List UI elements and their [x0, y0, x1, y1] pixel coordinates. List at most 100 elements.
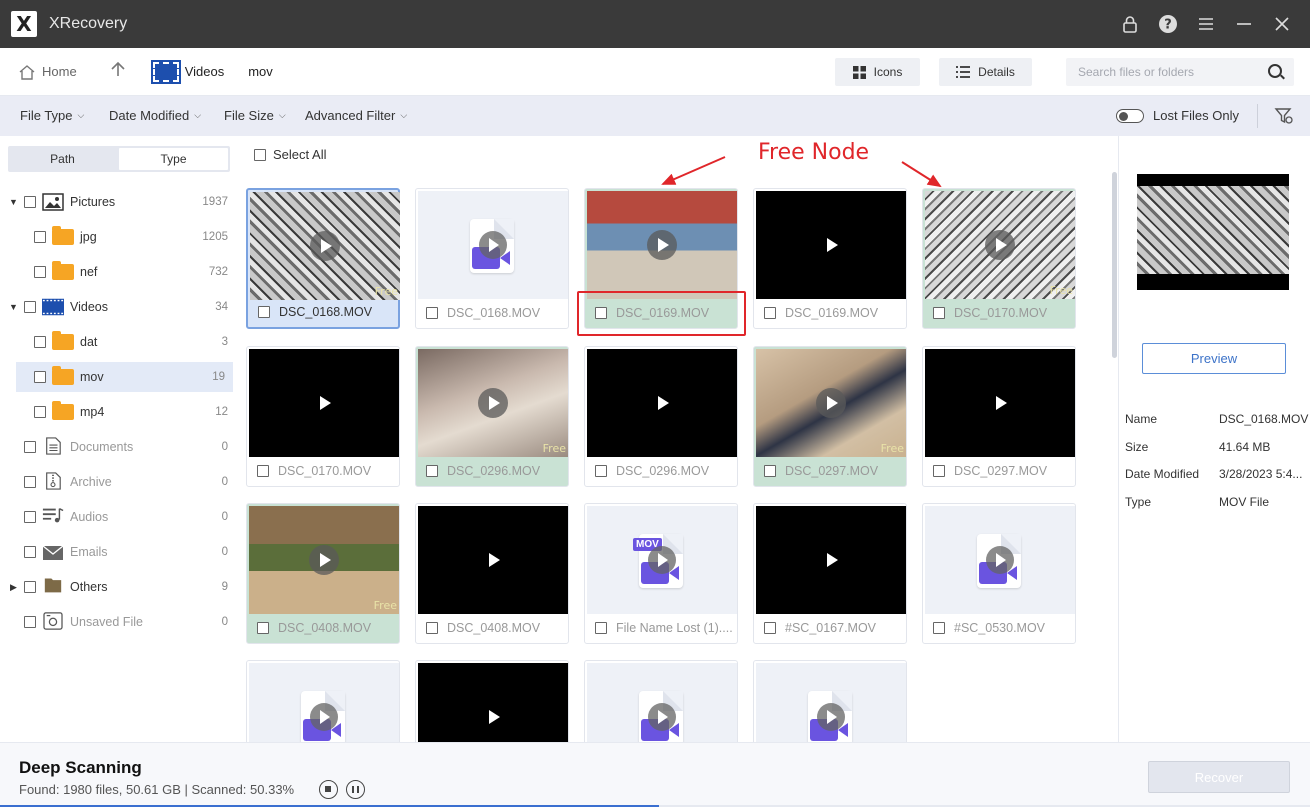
- tree-checkbox[interactable]: [34, 406, 46, 418]
- file-card[interactable]: Free DSC_0408.MOV: [246, 503, 400, 644]
- file-checkbox[interactable]: [764, 465, 776, 477]
- sidebar-item-videos[interactable]: ▼ Videos 34: [0, 292, 236, 322]
- play-icon[interactable]: [816, 545, 846, 575]
- file-card[interactable]: [415, 660, 569, 742]
- file-checkbox[interactable]: [764, 307, 776, 319]
- tree-checkbox[interactable]: [24, 441, 36, 453]
- close-icon[interactable]: [1272, 14, 1292, 34]
- sidebar-item-emails[interactable]: Emails 0: [0, 537, 236, 567]
- advanced-filter[interactable]: Advanced Filter ⌵: [305, 108, 407, 123]
- stop-scan-button[interactable]: [319, 780, 338, 799]
- file-card[interactable]: #SC_0530.MOV: [922, 503, 1076, 644]
- tree-checkbox[interactable]: [24, 301, 36, 313]
- file-checkbox[interactable]: [426, 465, 438, 477]
- sidebar-item-nef[interactable]: nef 732: [0, 257, 236, 287]
- file-checkbox[interactable]: [426, 622, 438, 634]
- sidebar-item-archive[interactable]: Archive 0: [0, 467, 236, 497]
- play-icon[interactable]: [310, 231, 340, 261]
- file-card[interactable]: MOV File Name Lost (1)....: [584, 503, 738, 644]
- tree-checkbox[interactable]: [34, 336, 46, 348]
- file-card[interactable]: Free DSC_0168.MOV: [246, 188, 400, 329]
- file-card[interactable]: DSC_0408.MOV: [415, 503, 569, 644]
- sidebar-item-mov[interactable]: mov 19: [16, 362, 233, 392]
- lost-files-toggle[interactable]: [1116, 109, 1144, 123]
- play-icon[interactable]: [816, 388, 846, 418]
- help-icon[interactable]: ?: [1158, 14, 1178, 34]
- select-all[interactable]: Select All: [254, 147, 326, 162]
- sidebar-item-mp4[interactable]: mp4 12: [0, 397, 236, 427]
- play-icon[interactable]: [478, 388, 508, 418]
- tab-path[interactable]: Path: [8, 146, 117, 172]
- play-icon[interactable]: [985, 230, 1015, 260]
- play-icon[interactable]: [985, 388, 1015, 418]
- preview-button[interactable]: Preview: [1142, 343, 1286, 374]
- recover-button[interactable]: Recover: [1148, 761, 1290, 793]
- breadcrumb-videos[interactable]: Videos: [185, 64, 225, 79]
- file-card[interactable]: [584, 660, 738, 742]
- home-button[interactable]: Home: [18, 64, 77, 80]
- sidebar-item-others[interactable]: ▶ Others 9: [0, 572, 236, 602]
- play-icon[interactable]: [478, 545, 508, 575]
- play-icon[interactable]: [816, 230, 846, 260]
- filter-settings-icon[interactable]: [1274, 106, 1294, 126]
- minimize-icon[interactable]: [1234, 14, 1254, 34]
- search-icon[interactable]: [1268, 64, 1282, 78]
- file-checkbox[interactable]: [258, 306, 270, 318]
- tree-checkbox[interactable]: [24, 476, 36, 488]
- file-size-filter[interactable]: File Size ⌵: [224, 108, 286, 123]
- sidebar-item-unsaved-file[interactable]: Unsaved File 0: [0, 607, 236, 637]
- file-card[interactable]: DSC_0296.MOV: [584, 346, 738, 487]
- tab-type[interactable]: Type: [119, 148, 228, 170]
- play-icon[interactable]: [309, 545, 339, 575]
- file-checkbox[interactable]: [933, 465, 945, 477]
- tree-checkbox[interactable]: [24, 581, 36, 593]
- play-icon[interactable]: [478, 702, 508, 732]
- sidebar-item-documents[interactable]: Documents 0: [0, 432, 236, 462]
- file-card[interactable]: Free DSC_0297.MOV: [753, 346, 907, 487]
- tree-checkbox[interactable]: [24, 196, 36, 208]
- play-icon[interactable]: [647, 388, 677, 418]
- play-icon[interactable]: [309, 388, 339, 418]
- file-checkbox[interactable]: [257, 465, 269, 477]
- menu-icon[interactable]: [1196, 14, 1216, 34]
- tree-checkbox[interactable]: [34, 231, 46, 243]
- details-view-button[interactable]: Details: [939, 58, 1032, 86]
- search-input[interactable]: [1078, 65, 1268, 79]
- file-card[interactable]: Free DSC_0170.MOV: [922, 188, 1076, 329]
- icons-view-button[interactable]: Icons: [835, 58, 920, 86]
- file-card[interactable]: [246, 660, 400, 742]
- tree-checkbox[interactable]: [24, 616, 36, 628]
- file-card[interactable]: [753, 660, 907, 742]
- sidebar-item-audios[interactable]: Audios 0: [0, 502, 236, 532]
- sidebar-item-dat[interactable]: dat 3: [0, 327, 236, 357]
- tree-checkbox[interactable]: [34, 266, 46, 278]
- sidebar-item-jpg[interactable]: jpg 1205: [0, 222, 236, 252]
- file-checkbox[interactable]: [426, 307, 438, 319]
- file-card[interactable]: Free DSC_0296.MOV: [415, 346, 569, 487]
- caret-down-icon[interactable]: ▼: [9, 197, 18, 207]
- tree-checkbox[interactable]: [24, 546, 36, 558]
- file-card[interactable]: DSC_0170.MOV: [246, 346, 400, 487]
- breadcrumb-mov[interactable]: mov: [248, 64, 273, 79]
- file-card[interactable]: #SC_0167.MOV: [753, 503, 907, 644]
- caret-down-icon[interactable]: ▼: [9, 302, 18, 312]
- tree-checkbox[interactable]: [34, 371, 46, 383]
- select-all-checkbox[interactable]: [254, 148, 266, 161]
- file-card[interactable]: DSC_0297.MOV: [922, 346, 1076, 487]
- file-checkbox[interactable]: [595, 465, 607, 477]
- file-card[interactable]: DSC_0168.MOV: [415, 188, 569, 329]
- lock-icon[interactable]: [1120, 14, 1140, 34]
- file-type-filter[interactable]: File Type ⌵: [20, 108, 84, 123]
- file-card[interactable]: DSC_0169.MOV: [753, 188, 907, 329]
- file-checkbox[interactable]: [257, 622, 269, 634]
- file-checkbox[interactable]: [595, 622, 607, 634]
- date-modified-filter[interactable]: Date Modified ⌵: [109, 108, 201, 123]
- sidebar-item-pictures[interactable]: ▼ Pictures 1937: [0, 187, 236, 217]
- tree-checkbox[interactable]: [24, 511, 36, 523]
- up-arrow-icon[interactable]: [111, 61, 125, 82]
- grid-scrollbar[interactable]: [1112, 172, 1117, 358]
- play-icon[interactable]: [647, 230, 677, 260]
- pause-scan-button[interactable]: [346, 780, 365, 799]
- caret-right-icon[interactable]: ▶: [10, 582, 17, 593]
- file-checkbox[interactable]: [933, 307, 945, 319]
